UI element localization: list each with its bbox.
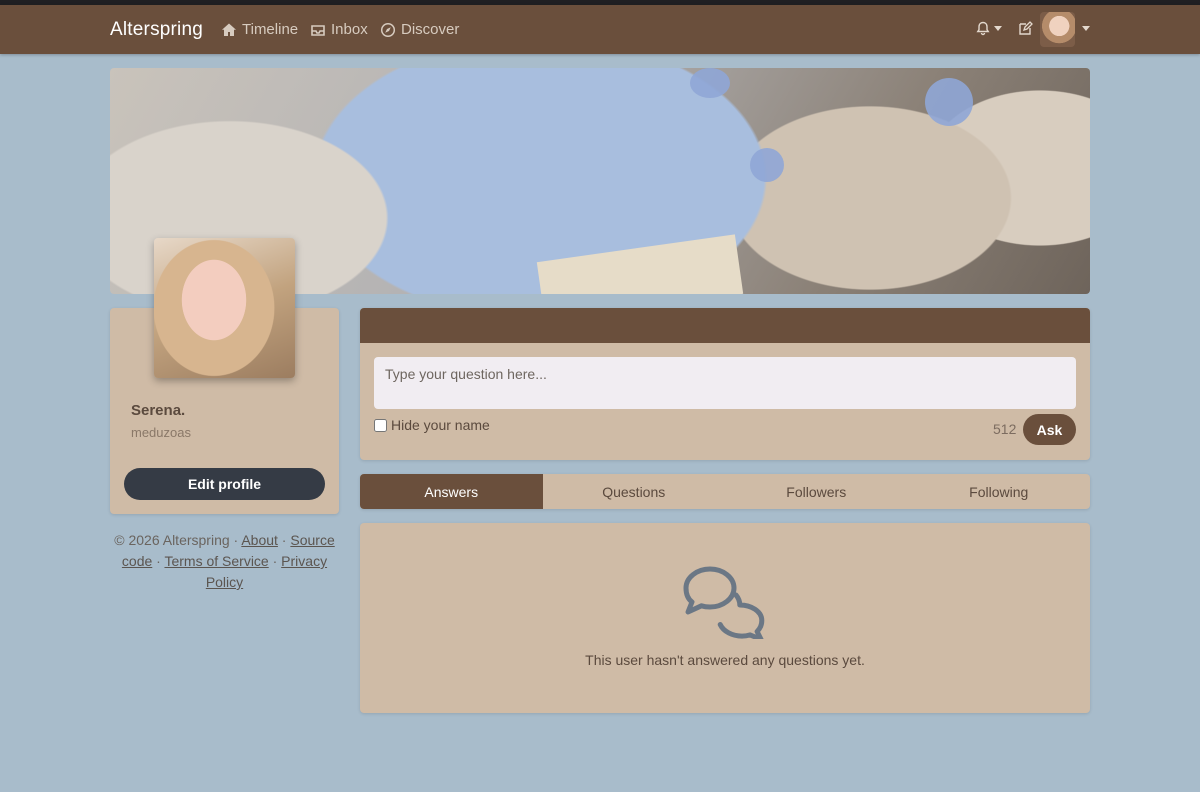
- bell-icon: [976, 21, 990, 36]
- character-counter: 512: [993, 421, 1017, 437]
- nav-timeline-label: Timeline: [242, 21, 299, 38]
- empty-state-message: This user hasn't answered any questions …: [585, 652, 865, 668]
- tab-questions[interactable]: Questions: [543, 474, 726, 509]
- question-input[interactable]: [374, 357, 1076, 409]
- profile-screen-name: meduzoas: [131, 425, 191, 440]
- footer-about-link[interactable]: About: [241, 532, 278, 548]
- notifications-dropdown[interactable]: [976, 21, 1002, 36]
- profile-picture: [154, 238, 295, 378]
- answers-empty-state: This user hasn't answered any questions …: [360, 523, 1090, 713]
- compose-button[interactable]: [1018, 21, 1033, 36]
- ask-button[interactable]: Ask: [1023, 414, 1076, 445]
- nav-discover-label: Discover: [401, 21, 460, 38]
- banner-decoration: [750, 148, 784, 182]
- footer-tos-link[interactable]: Terms of Service: [164, 553, 268, 569]
- hide-name-option[interactable]: Hide your name: [374, 417, 490, 433]
- banner-decoration: [925, 78, 973, 126]
- tab-following[interactable]: Following: [908, 474, 1091, 509]
- tab-answers[interactable]: Answers: [360, 474, 543, 509]
- edit-profile-button[interactable]: Edit profile: [124, 468, 325, 500]
- banner-decoration: [536, 234, 744, 294]
- compass-icon: [380, 22, 396, 37]
- top-navbar: Alterspring Timeline Inbox Discover: [0, 5, 1200, 54]
- edit-icon: [1019, 21, 1033, 35]
- nav-timeline[interactable]: Timeline: [221, 21, 298, 38]
- inbox-icon: [311, 24, 325, 36]
- brand-logo[interactable]: Alterspring: [110, 19, 203, 41]
- ask-card-header: [360, 308, 1090, 343]
- tab-followers[interactable]: Followers: [725, 474, 908, 509]
- home-icon: [222, 23, 236, 36]
- chevron-down-icon: [994, 26, 1002, 31]
- nav-discover[interactable]: Discover: [380, 21, 459, 38]
- hide-name-label: Hide your name: [391, 417, 490, 433]
- nav-inbox-label: Inbox: [331, 21, 368, 38]
- site-footer: © 2026 Alterspring · About · Source code…: [114, 532, 335, 590]
- hide-name-checkbox[interactable]: [374, 418, 387, 432]
- banner-decoration: [690, 68, 730, 98]
- profile-display-name: Serena.: [131, 402, 186, 419]
- user-avatar-menu[interactable]: [1040, 12, 1075, 47]
- chat-bubbles-icon: [683, 566, 765, 639]
- ask-question-card: Hide your name 512 Ask: [360, 308, 1090, 460]
- chevron-down-icon[interactable]: [1082, 26, 1090, 31]
- footer-copyright: © 2026 Alterspring ·: [114, 532, 239, 548]
- nav-inbox[interactable]: Inbox: [310, 21, 368, 38]
- profile-tabs: Answers Questions Followers Following: [360, 474, 1090, 509]
